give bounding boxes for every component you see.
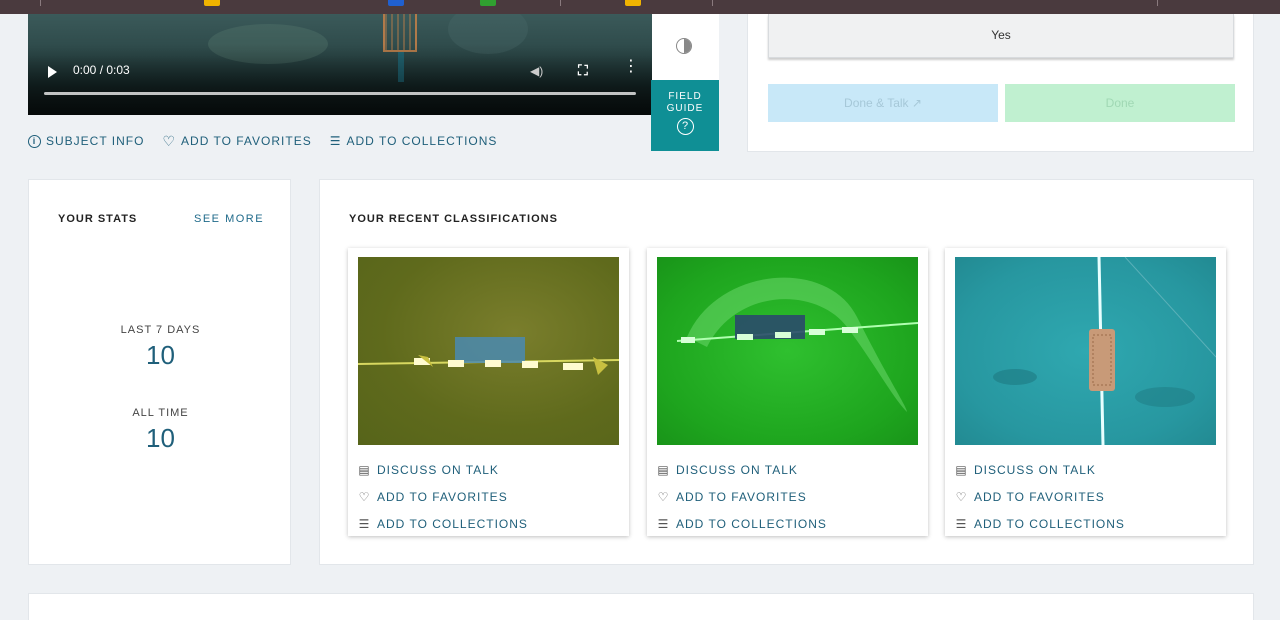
add-to-collections-link[interactable]: ☰ ADD TO COLLECTIONS <box>358 510 528 537</box>
recent-item-links: ▤ DISCUSS ON TALK ♡ ADD TO FAVORITES ☰ A… <box>358 456 528 537</box>
fullscreen-icon[interactable]: ⛶ <box>578 62 588 79</box>
field-guide-label: FIELD GUIDE <box>666 91 704 114</box>
subject-actions-bar: i SUBJECT INFO ♡ ADD TO FAVORITES ☰ ADD … <box>28 134 497 148</box>
recent-classification-item: ▤ DISCUSS ON TALK ♡ ADD TO FAVORITES ☰ A… <box>348 248 629 536</box>
stat-value: 10 <box>146 423 175 453</box>
discuss-on-talk-link[interactable]: ▤ DISCUSS ON TALK <box>955 456 1125 483</box>
add-to-collections-link[interactable]: ☰ ADD TO COLLECTIONS <box>955 510 1125 537</box>
discuss-on-talk-label: DISCUSS ON TALK <box>974 462 1096 477</box>
stat-label: LAST 7 DAYS <box>120 324 201 336</box>
add-to-favorites-button[interactable]: ♡ ADD TO FAVORITES <box>162 134 311 148</box>
add-to-collections-label: ADD TO COLLECTIONS <box>974 516 1125 531</box>
add-to-collections-link[interactable]: ☰ ADD TO COLLECTIONS <box>657 510 827 537</box>
done-and-talk-button[interactable]: Done & Talk ↗ <box>768 84 998 122</box>
subject-thumbnail[interactable] <box>358 257 619 445</box>
discuss-on-talk-link[interactable]: ▤ DISCUSS ON TALK <box>358 456 528 483</box>
subject-thumbnail[interactable] <box>657 257 918 445</box>
done-button[interactable]: Done <box>1005 84 1235 122</box>
list-icon: ☰ <box>329 134 342 148</box>
heart-icon: ♡ <box>657 489 670 504</box>
question-icon: ? <box>676 118 694 135</box>
play-icon[interactable] <box>48 66 57 78</box>
info-icon: i <box>28 134 41 148</box>
see-more-link[interactable]: SEE MORE <box>194 213 264 225</box>
subject-thumbnail-image <box>358 337 619 375</box>
stat-all-time: ALL TIME 10 <box>29 407 292 454</box>
bottom-card <box>28 593 1254 620</box>
stat-value: 10 <box>146 340 175 370</box>
task-panel: Yes Done & Talk ↗ Done <box>747 14 1254 152</box>
stat-last-7-days: LAST 7 DAYS 10 <box>29 324 292 371</box>
toolbar-separator <box>1157 0 1158 6</box>
video-controls: 0:00 / 0:03 ◀) ⛶ ⋮ <box>28 14 652 115</box>
add-to-collections-button[interactable]: ☰ ADD TO COLLECTIONS <box>330 134 498 148</box>
bookmark-icon[interactable] <box>204 0 220 6</box>
video-progress-track[interactable] <box>44 92 636 95</box>
comment-icon: ▤ <box>955 462 968 477</box>
list-icon: ☰ <box>358 516 371 531</box>
subject-info-button[interactable]: i SUBJECT INFO <box>28 134 144 148</box>
add-to-collections-label: ADD TO COLLECTIONS <box>346 134 498 148</box>
add-to-favorites-label: ADD TO FAVORITES <box>377 489 508 504</box>
discuss-on-talk-link[interactable]: ▤ DISCUSS ON TALK <box>657 456 827 483</box>
subject-thumbnail-image <box>993 257 1216 445</box>
video-time: 0:00 / 0:03 <box>73 63 130 77</box>
toolbar-separator <box>40 0 41 6</box>
field-guide-button[interactable]: FIELD GUIDE ? <box>651 80 719 151</box>
discuss-on-talk-label: DISCUSS ON TALK <box>676 462 798 477</box>
add-to-favorites-link[interactable]: ♡ ADD TO FAVORITES <box>955 483 1125 510</box>
toolbar-separator <box>560 0 561 6</box>
bookmark-icon[interactable] <box>625 0 641 6</box>
answer-yes-button[interactable]: Yes <box>768 14 1234 58</box>
add-to-favorites-link[interactable]: ♡ ADD TO FAVORITES <box>657 483 827 510</box>
subject-thumbnail-image <box>676 277 918 412</box>
toolbar-separator <box>712 0 713 6</box>
comment-icon: ▤ <box>358 462 371 477</box>
done-and-talk-label: Done & Talk <box>844 96 909 110</box>
recent-item-links: ▤ DISCUSS ON TALK ♡ ADD TO FAVORITES ☰ A… <box>955 456 1125 537</box>
list-icon: ☰ <box>657 516 670 531</box>
bookmark-icon[interactable] <box>388 0 404 6</box>
stat-label: ALL TIME <box>132 407 189 419</box>
list-icon: ☰ <box>955 516 968 531</box>
recent-item-links: ▤ DISCUSS ON TALK ♡ ADD TO FAVORITES ☰ A… <box>657 456 827 537</box>
recent-classification-item: ▤ DISCUSS ON TALK ♡ ADD TO FAVORITES ☰ A… <box>647 248 928 536</box>
more-vertical-icon[interactable]: ⋮ <box>623 59 639 75</box>
external-link-icon: ↗ <box>911 96 922 110</box>
bookmark-icon[interactable] <box>480 0 496 6</box>
add-to-collections-label: ADD TO COLLECTIONS <box>676 516 827 531</box>
add-to-favorites-label: ADD TO FAVORITES <box>974 489 1105 504</box>
recent-classifications-card: YOUR RECENT CLASSIFICATIONS ▤ DISCUSS ON… <box>319 179 1254 565</box>
add-to-favorites-label: ADD TO FAVORITES <box>676 489 807 504</box>
discuss-on-talk-label: DISCUSS ON TALK <box>377 462 499 477</box>
browser-toolbar-strip <box>0 0 1280 14</box>
add-to-collections-label: ADD TO COLLECTIONS <box>377 516 528 531</box>
add-to-favorites-label: ADD TO FAVORITES <box>181 134 312 148</box>
recent-classifications-title: YOUR RECENT CLASSIFICATIONS <box>349 213 558 225</box>
your-stats-card: YOUR STATS SEE MORE LAST 7 DAYS 10 ALL T… <box>28 179 291 565</box>
volume-icon[interactable]: ◀) <box>530 64 543 78</box>
image-tools-panel <box>652 14 719 80</box>
subject-info-label: SUBJECT INFO <box>46 134 145 148</box>
recent-classification-item: ▤ DISCUSS ON TALK ♡ ADD TO FAVORITES ☰ A… <box>945 248 1226 536</box>
comment-icon: ▤ <box>657 462 670 477</box>
heart-icon: ♡ <box>955 489 968 504</box>
add-to-favorites-link[interactable]: ♡ ADD TO FAVORITES <box>358 483 528 510</box>
contrast-icon[interactable] <box>676 38 692 54</box>
stats-title: YOUR STATS <box>58 213 138 225</box>
subject-thumbnail[interactable] <box>955 257 1216 445</box>
heart-icon: ♡ <box>162 133 177 149</box>
heart-icon: ♡ <box>358 489 371 504</box>
subject-video-player[interactable]: 0:00 / 0:03 ◀) ⛶ ⋮ <box>28 14 652 115</box>
